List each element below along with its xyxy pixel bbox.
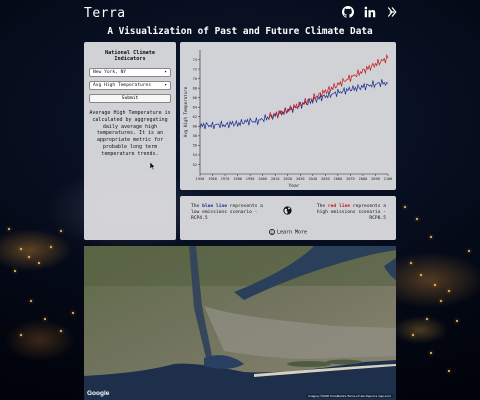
city-light [28,256,30,258]
map-imagery [84,246,396,400]
y-tick-label: 74 [193,58,197,62]
high-emissions-legend: The red line represents a high emissions… [308,204,386,223]
city-light [404,206,406,208]
low-emissions-legend: The blue line represents a low emissions… [191,204,265,223]
city-light [430,352,432,354]
x-tick-label: 2060 [334,177,343,181]
red-line-label: red line [327,204,351,209]
legend-text: The [316,204,328,209]
brand-logo[interactable]: Terra [84,6,126,21]
learn-more-link[interactable]: i Learn More [180,229,396,236]
city-light [412,334,414,336]
city-light [20,248,22,250]
x-tick-label: 2090 [371,177,380,181]
city-light [448,370,450,372]
city-light [456,320,458,322]
mouse-pointer-icon [150,162,156,170]
y-axis-label: Avg High Temperature [183,86,188,137]
x-tick-label: 2010 [271,177,280,181]
y-tick-label: 72 [193,67,197,71]
city-light [430,236,432,238]
series-line-rcp85 [268,53,389,121]
city-light [20,334,22,336]
x-tick-label: 2080 [359,177,368,181]
globe-icon [283,206,292,215]
chart-panel: 52 54 56 58 60 62 64 66 68 70 72 74 1950 1960 1970 1980… [180,42,396,190]
city-light [468,250,470,252]
indicator-select[interactable]: Avg High Temperatures ▾ [89,81,171,90]
indicator-description: Average High Temperature is calculated b… [89,110,171,157]
map-attribution[interactable]: Imagery ©2020 TerraMetrics Terms of Use … [306,394,393,398]
legend-panel: The blue line represents a low emissions… [180,196,396,240]
chevron-down-icon: ▾ [164,83,167,88]
x-tick-label: 2020 [283,177,292,181]
controls-heading: National Climate Indicators [105,50,155,62]
chevron-down-icon: ▾ [164,70,167,75]
location-select[interactable]: New York, NY ▾ [89,68,171,77]
city-light [14,270,16,272]
google-logo: Google [87,390,110,397]
blue-line-label: blue line [202,204,227,209]
city-light [38,262,40,264]
y-tick-label: 68 [193,86,197,90]
legend-text: The [191,204,203,209]
page-title: A Visualization of Past and Future Clima… [107,26,373,37]
y-tick-label: 60 [193,125,197,129]
controls-panel: National Climate Indicators New York, NY… [84,42,176,240]
submit-button[interactable]: Submit [89,94,171,103]
city-light [448,290,450,292]
city-light [434,284,436,286]
city-light [60,230,62,232]
x-axis-label: Year [288,183,299,189]
learn-more-label: Learn More [276,229,308,236]
y-tick-label: 56 [193,144,197,148]
social-links [342,6,398,18]
x-tick-label: 1950 [196,177,205,181]
y-tick-label: 52 [193,163,197,167]
x-tick-label: 2000 [258,177,267,181]
linkedin-icon[interactable] [364,6,376,18]
city-light [420,274,422,276]
city-light [410,262,412,264]
city-light [44,318,46,320]
satellite-map[interactable]: Google Imagery ©2020 TerraMetrics Terms … [84,246,396,400]
y-tick-label: 64 [193,106,197,110]
devpost-icon[interactable] [386,6,398,18]
temperature-chart: 52 54 56 58 60 62 64 66 68 70 72 74 1950 1960 1970 1980… [183,50,393,189]
x-tick-label: 1960 [208,177,217,181]
y-tick-label: 58 [193,134,197,138]
x-tick-label: 1990 [246,177,255,181]
city-light [72,312,74,314]
y-tick-label: 62 [193,115,197,119]
city-light [50,246,52,248]
city-light [60,330,62,332]
info-icon: i [268,229,275,235]
city-light [440,300,442,302]
x-tick-label: 2100 [384,177,393,181]
x-tick-label: 2050 [321,177,330,181]
city-light [426,318,428,320]
city-light [8,228,10,230]
x-tick-label: 2030 [296,177,305,181]
y-tick-label: 66 [193,96,197,100]
x-tick-label: 1970 [221,177,230,181]
y-tick-label: 70 [193,77,197,81]
x-tick-label: 1980 [233,177,242,181]
city-light [416,218,418,220]
github-icon[interactable] [342,6,354,18]
x-tick-label: 2070 [346,177,355,181]
y-tick-label: 54 [193,153,197,157]
x-tick-label: 2040 [308,177,317,181]
city-light [30,300,32,302]
indicator-select-value: Avg High Temperatures [93,83,152,88]
location-select-value: New York, NY [93,70,127,75]
